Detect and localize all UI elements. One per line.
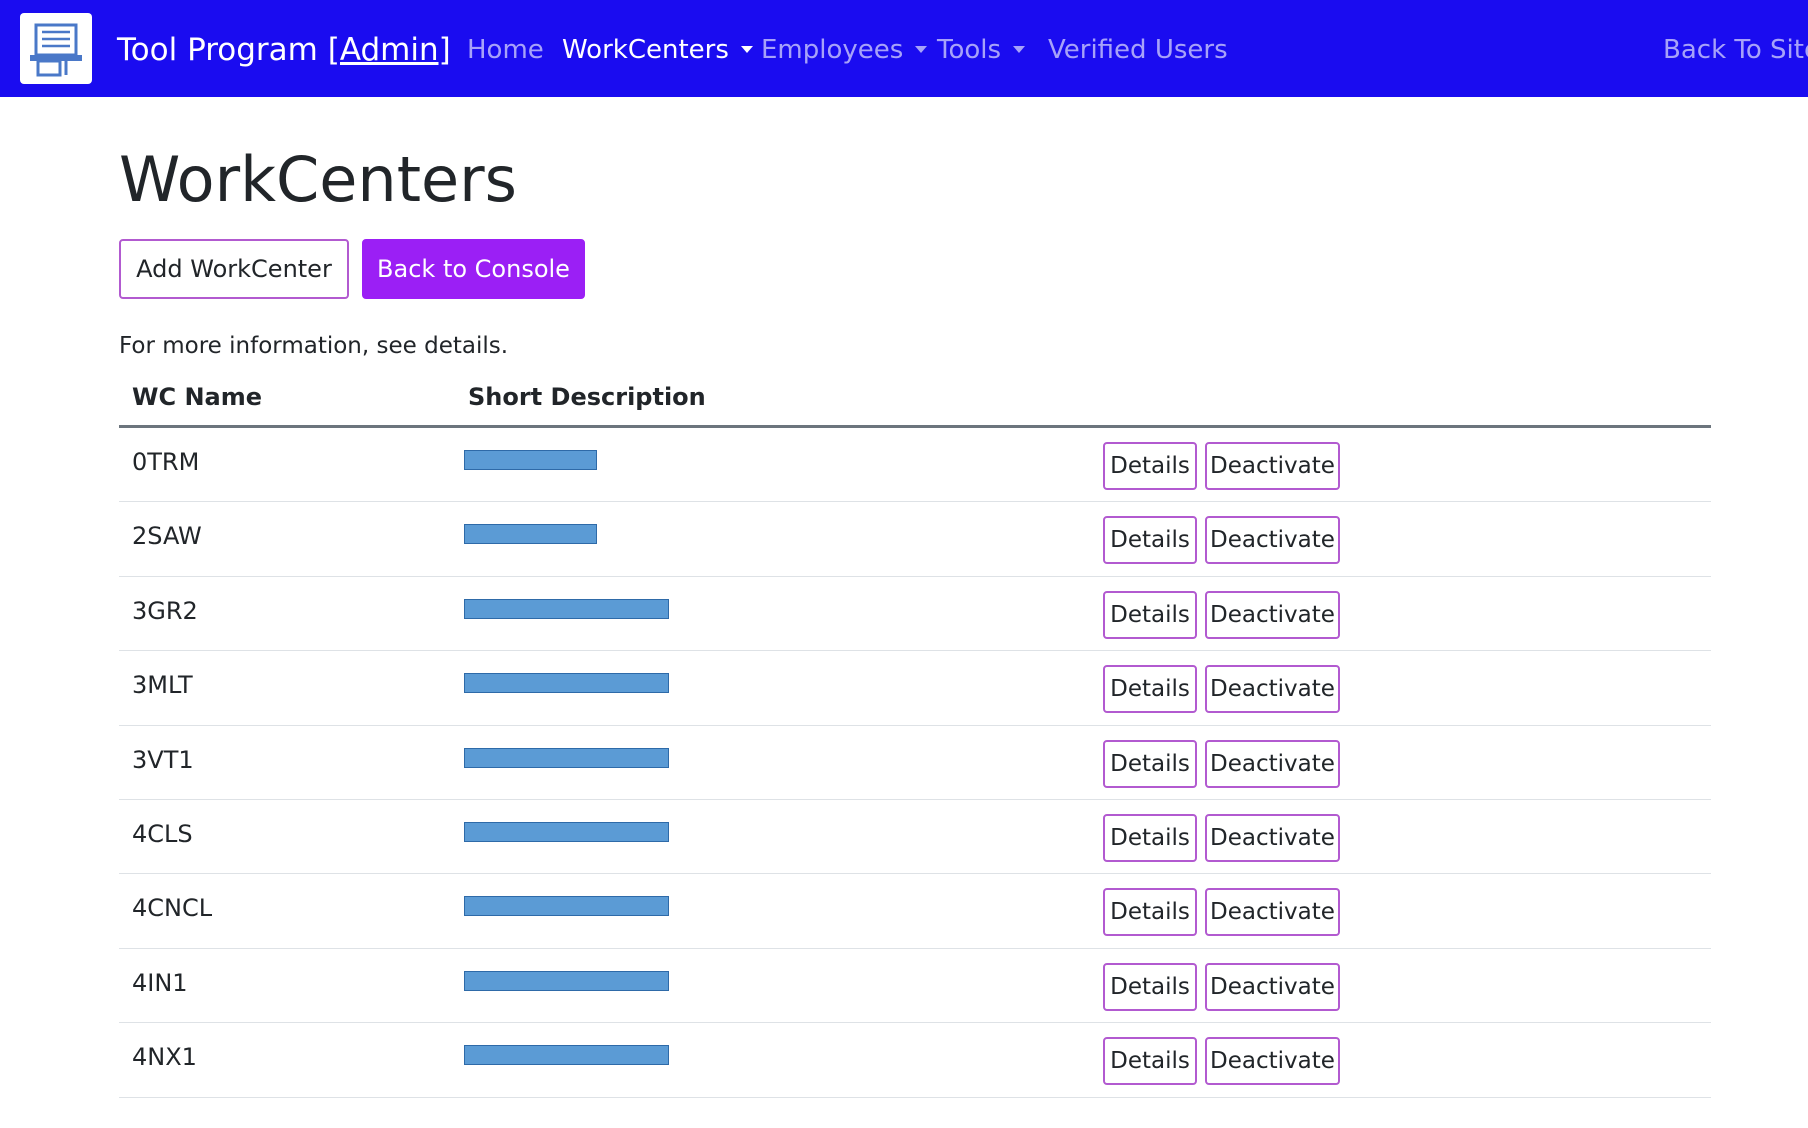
- deactivate-button[interactable]: Deactivate: [1205, 1037, 1340, 1086]
- wc-name-cell: 0TRM: [132, 448, 200, 476]
- nav-item-workcenters-label: WorkCenters: [562, 35, 729, 65]
- redacted-description-block: [464, 896, 669, 917]
- details-button[interactable]: Details: [1103, 665, 1197, 714]
- deactivate-button[interactable]: Deactivate: [1205, 442, 1340, 490]
- deactivate-button[interactable]: Deactivate: [1205, 962, 1340, 1011]
- nav-item-tools[interactable]: Tools: [937, 32, 1026, 68]
- brand-title[interactable]: Tool Program [Admin]: [117, 30, 451, 70]
- details-button[interactable]: Details: [1103, 888, 1197, 937]
- tool-program-logo-icon[interactable]: [20, 13, 92, 84]
- nav-item-verified-users[interactable]: Verified Users: [1048, 32, 1228, 68]
- chevron-down-icon: [915, 46, 928, 53]
- table-row: 4NX1 Details Deactivate: [119, 1023, 1711, 1098]
- details-button[interactable]: Details: [1103, 516, 1197, 565]
- deactivate-button[interactable]: Deactivate: [1205, 888, 1340, 937]
- redacted-description-block: [464, 821, 669, 842]
- redacted-description-block: [464, 970, 669, 991]
- nav-back-to-site-label: Back To Site: [1663, 35, 1808, 65]
- nav-item-employees-label: Employees: [761, 35, 904, 65]
- nav-item-home-label: Home: [467, 35, 544, 65]
- workcenters-table: WC Name Short Description 0TRM Details Dea…: [119, 372, 1711, 1098]
- wc-name-cell: 3VT1: [132, 745, 194, 774]
- redacted-description-block: [464, 524, 597, 545]
- details-button[interactable]: Details: [1103, 962, 1197, 1011]
- nav-item-home[interactable]: Home: [467, 32, 544, 68]
- wc-name-cell: 3GR2: [132, 596, 198, 625]
- brand-role-link[interactable]: [Admin]: [328, 32, 451, 68]
- redacted-description-block: [464, 673, 669, 694]
- info-text: For more information, see details.: [119, 333, 509, 359]
- page-title: WorkCenters: [119, 143, 517, 216]
- table-row: 4CNCL Details Deactivate: [119, 874, 1711, 949]
- details-button[interactable]: Details: [1103, 442, 1197, 490]
- details-button[interactable]: Details: [1103, 813, 1197, 862]
- table-row: 4CLS Details Deactivate: [119, 800, 1711, 875]
- wc-name-cell: 4CNCL: [132, 894, 213, 923]
- nav-item-employees[interactable]: Employees: [761, 32, 928, 68]
- nav-item-tools-label: Tools: [937, 35, 1002, 65]
- wc-name-cell: 4NX1: [132, 1043, 197, 1072]
- chevron-down-icon: [1013, 46, 1026, 53]
- table-row: 3VT1 Details Deactivate: [119, 726, 1711, 800]
- redacted-description-block: [464, 598, 669, 619]
- table-row: 0TRM Details Deactivate: [119, 428, 1711, 503]
- brand-title-text: Tool Program: [117, 32, 318, 68]
- back-to-console-button[interactable]: Back to Console: [362, 239, 585, 299]
- table-row: 2SAW Details Deactivate: [119, 502, 1711, 577]
- add-workcenter-button[interactable]: Add WorkCenter: [119, 239, 349, 299]
- table-row: 4IN1 Details Deactivate: [119, 949, 1711, 1024]
- table-header: WC Name Short Description: [119, 372, 1711, 428]
- table-row: 3GR2 Details Deactivate: [119, 577, 1711, 652]
- details-button[interactable]: Details: [1103, 739, 1197, 788]
- chevron-down-icon: [740, 46, 753, 53]
- nav-back-to-site[interactable]: Back To Site: [1663, 32, 1808, 68]
- details-button[interactable]: Details: [1103, 590, 1197, 639]
- deactivate-button[interactable]: Deactivate: [1205, 665, 1340, 714]
- nav-item-verified-users-label: Verified Users: [1048, 35, 1228, 65]
- redacted-description-block: [464, 1045, 669, 1066]
- redacted-description-block: [464, 747, 669, 768]
- header-wc-name: WC Name: [132, 383, 263, 411]
- redacted-description-block: [464, 450, 597, 470]
- deactivate-button[interactable]: Deactivate: [1205, 590, 1340, 639]
- nav-item-workcenters[interactable]: WorkCenters: [562, 32, 753, 68]
- wc-name-cell: 3MLT: [132, 671, 193, 700]
- wc-name-cell: 2SAW: [132, 522, 202, 551]
- deactivate-button[interactable]: Deactivate: [1205, 516, 1340, 565]
- deactivate-button[interactable]: Deactivate: [1205, 813, 1340, 862]
- wc-name-cell: 4CLS: [132, 819, 193, 848]
- header-short-description: Short Description: [468, 383, 706, 411]
- table-body: 0TRM Details Deactivate 2SAW Details Deactiva…: [119, 428, 1711, 1098]
- top-navbar: Tool Program [Admin] Home WorkCenters Em…: [0, 0, 1808, 97]
- table-row: 3MLT Details Deactivate: [119, 651, 1711, 726]
- deactivate-button[interactable]: Deactivate: [1205, 739, 1340, 788]
- wc-name-cell: 4IN1: [132, 968, 188, 997]
- details-button[interactable]: Details: [1103, 1037, 1197, 1086]
